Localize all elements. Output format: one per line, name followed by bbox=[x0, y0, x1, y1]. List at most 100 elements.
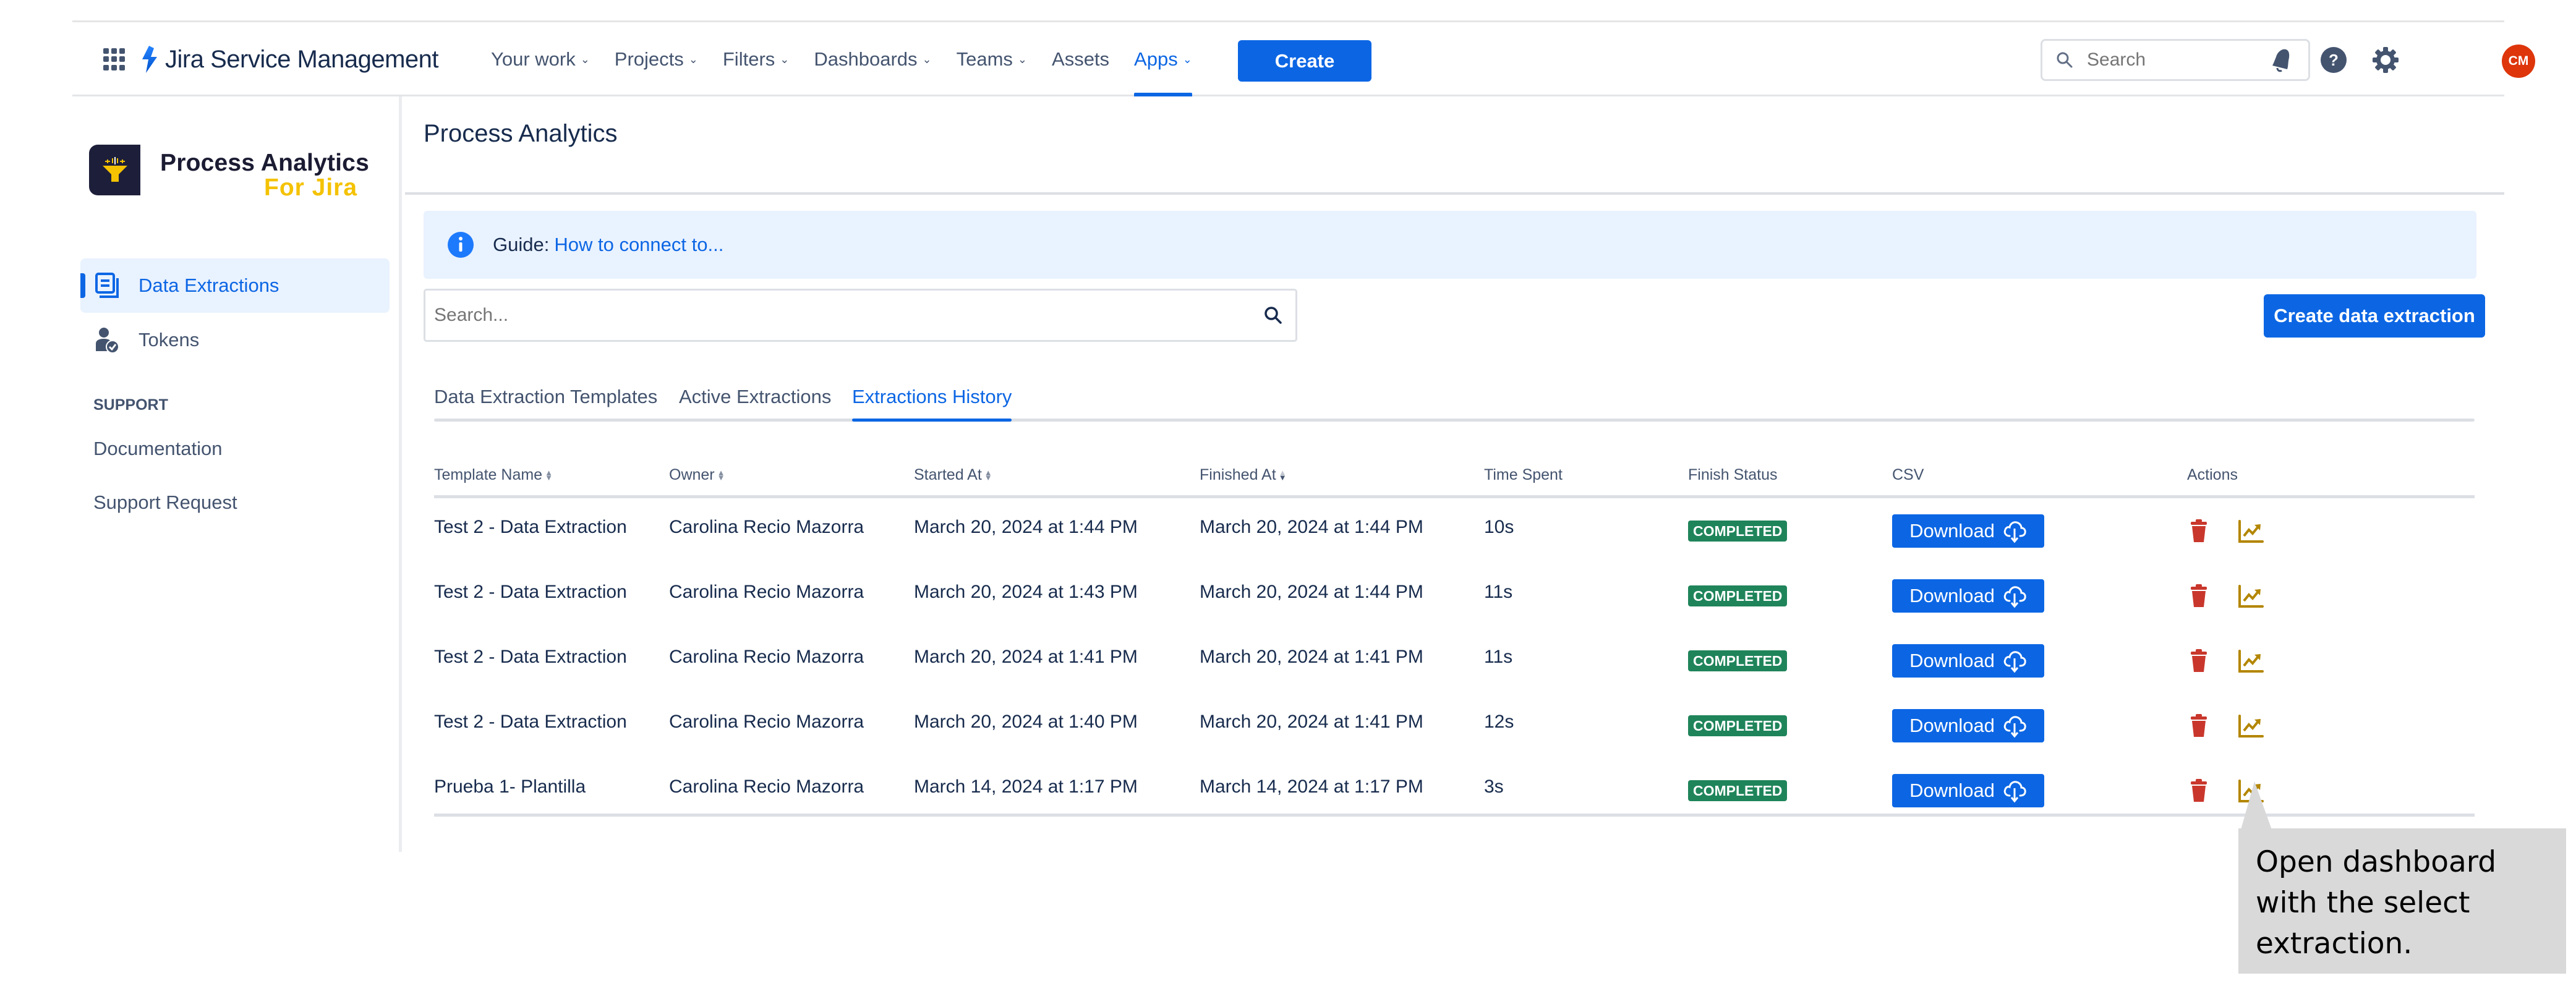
settings-icon[interactable] bbox=[2371, 46, 2400, 74]
download-label: Download bbox=[1909, 715, 1995, 736]
column-owner[interactable]: Owner ▲ ▼ bbox=[669, 466, 725, 484]
search-icon bbox=[2057, 52, 2073, 68]
product-logo[interactable]: Jira Service Management bbox=[140, 41, 439, 78]
nav-label: Apps bbox=[1134, 48, 1178, 70]
main-nav: Your work ⌄ Projects ⌄ Filters ⌄ Dashboards… bbox=[491, 22, 1217, 96]
page-title: Process Analytics bbox=[424, 120, 618, 147]
download-csv-button[interactable]: Download bbox=[1892, 774, 2044, 807]
chevron-down-icon: ⌄ bbox=[780, 53, 790, 66]
table-row: Test 2 - Data Extraction Carolina Recio M… bbox=[434, 628, 2475, 693]
chevron-down-icon: ⌄ bbox=[922, 53, 932, 66]
create-data-extraction-button[interactable]: Create data extraction bbox=[2264, 294, 2485, 338]
nav-apps[interactable]: Apps ⌄ bbox=[1134, 22, 1192, 96]
delete-trash-icon[interactable] bbox=[2190, 713, 2208, 738]
column-label: Started At bbox=[914, 466, 982, 483]
download-csv-button[interactable]: Download bbox=[1892, 709, 2044, 742]
delete-trash-icon[interactable] bbox=[2190, 778, 2208, 803]
nav-teams[interactable]: Teams ⌄ bbox=[957, 22, 1027, 96]
template-name-cell: Test 2 - Data Extraction bbox=[434, 712, 627, 732]
sort-icon[interactable]: ▲ ▼ bbox=[984, 469, 992, 482]
notifications-icon[interactable] bbox=[2267, 46, 2296, 74]
user-avatar[interactable]: CM bbox=[2502, 45, 2535, 78]
sidebar-item-label: Tokens bbox=[139, 329, 200, 351]
sidebar-item-label: Data Extractions bbox=[139, 274, 279, 296]
template-name-cell: Test 2 - Data Extraction bbox=[434, 517, 627, 537]
nav-projects[interactable]: Projects ⌄ bbox=[615, 22, 698, 96]
tab-active-extractions[interactable]: Active Extractions bbox=[679, 386, 831, 422]
column-label: Template Name bbox=[434, 466, 543, 483]
download-label: Download bbox=[1909, 780, 1995, 801]
owner-cell: Carolina Recio Mazorra bbox=[669, 712, 864, 732]
global-search-input[interactable] bbox=[2087, 49, 2297, 70]
time-spent-cell: 10s bbox=[1484, 517, 1514, 537]
tab-data-extraction-templates[interactable]: Data Extraction Templates bbox=[434, 386, 657, 422]
time-spent-cell: 3s bbox=[1484, 776, 1504, 797]
svg-text:?: ? bbox=[2329, 51, 2339, 69]
documentation-link[interactable]: Documentation bbox=[93, 438, 223, 460]
nav-your-work[interactable]: Your work ⌄ bbox=[491, 22, 590, 96]
download-label: Download bbox=[1909, 650, 1995, 671]
column-time-spent: Time Spent bbox=[1484, 466, 1563, 484]
column-csv: CSV bbox=[1892, 466, 1924, 484]
column-label: Actions bbox=[2187, 466, 2238, 483]
column-finish-status: Finish Status bbox=[1688, 466, 1778, 484]
nav-filters[interactable]: Filters ⌄ bbox=[723, 22, 789, 96]
time-spent-cell: 12s bbox=[1484, 712, 1514, 732]
nav-label: Dashboards bbox=[814, 48, 918, 70]
column-label: CSV bbox=[1892, 466, 1924, 483]
owner-cell: Carolina Recio Mazorra bbox=[669, 582, 864, 602]
table-header: Template Name ▲ ▼ Owner ▲ ▼ Started At ▲ ▼ Fin… bbox=[434, 461, 2475, 498]
column-finished-at[interactable]: Finished At ▲ ▼ bbox=[1200, 466, 1287, 484]
started-at-cell: March 20, 2024 at 1:44 PM bbox=[914, 517, 1138, 537]
open-dashboard-chart-icon[interactable] bbox=[2238, 519, 2264, 543]
download-csv-button[interactable]: Download bbox=[1892, 644, 2044, 678]
help-icon[interactable]: ? bbox=[2319, 46, 2348, 74]
extraction-search[interactable] bbox=[424, 289, 1297, 342]
download-csv-button[interactable]: Download bbox=[1892, 579, 2044, 613]
open-dashboard-chart-icon[interactable] bbox=[2238, 648, 2264, 673]
support-heading: SUPPORT bbox=[93, 396, 168, 414]
nav-label: Filters bbox=[722, 48, 775, 70]
delete-trash-icon[interactable] bbox=[2190, 519, 2208, 543]
started-at-cell: March 14, 2024 at 1:17 PM bbox=[914, 776, 1138, 797]
support-request-link[interactable]: Support Request bbox=[93, 491, 237, 514]
nav-assets[interactable]: Assets bbox=[1052, 22, 1109, 96]
sort-icon[interactable]: ▲ ▼ bbox=[717, 469, 725, 482]
column-actions: Actions bbox=[2187, 466, 2238, 484]
search-icon[interactable] bbox=[1263, 305, 1283, 325]
owner-cell: Carolina Recio Mazorra bbox=[669, 776, 864, 797]
column-label: Time Spent bbox=[1484, 466, 1563, 483]
sidebar-item-tokens[interactable]: Tokens bbox=[80, 313, 390, 367]
sort-icon[interactable]: ▲ ▼ bbox=[545, 469, 553, 482]
status-badge: COMPLETED bbox=[1688, 650, 1788, 671]
guide-link[interactable]: How to connect to... bbox=[554, 234, 723, 256]
delete-trash-icon[interactable] bbox=[2190, 648, 2208, 673]
nav-label: Your work bbox=[491, 48, 576, 70]
main-content: Process Analytics Guide: How to connect … bbox=[405, 96, 2504, 852]
cloud-download-icon bbox=[2003, 781, 2026, 803]
sort-icon[interactable]: ▲ ▼ bbox=[1279, 469, 1287, 482]
tooltip-callout: Open dashboard with the select extractio… bbox=[2238, 828, 2566, 974]
started-at-cell: March 20, 2024 at 1:41 PM bbox=[914, 647, 1138, 667]
user-check-icon bbox=[96, 328, 119, 354]
table-row: Test 2 - Data Extraction Carolina Recio M… bbox=[434, 693, 2475, 758]
status-badge: COMPLETED bbox=[1688, 715, 1788, 736]
chevron-down-icon: ⌄ bbox=[688, 53, 698, 66]
create-button[interactable]: Create bbox=[1238, 40, 1371, 82]
column-started-at[interactable]: Started At ▲ ▼ bbox=[914, 466, 992, 484]
download-csv-button[interactable]: Download bbox=[1892, 514, 2044, 548]
column-template-name[interactable]: Template Name ▲ ▼ bbox=[434, 466, 553, 484]
table-row: Test 2 - Data Extraction Carolina Recio M… bbox=[434, 498, 2475, 563]
delete-trash-icon[interactable] bbox=[2190, 584, 2208, 608]
extraction-search-input[interactable] bbox=[434, 305, 1263, 326]
open-dashboard-chart-icon[interactable] bbox=[2238, 584, 2264, 608]
app-switcher-grid-icon[interactable] bbox=[103, 48, 126, 70]
nav-label: Teams bbox=[956, 48, 1013, 70]
nav-dashboards[interactable]: Dashboards ⌄ bbox=[814, 22, 931, 96]
finished-at-cell: March 20, 2024 at 1:44 PM bbox=[1200, 517, 1423, 537]
tab-extractions-history[interactable]: Extractions History bbox=[852, 386, 1012, 422]
template-name-cell: Prueba 1- Plantilla bbox=[434, 776, 586, 797]
time-spent-cell: 11s bbox=[1484, 647, 1513, 667]
open-dashboard-chart-icon[interactable] bbox=[2238, 713, 2264, 738]
sidebar-item-data-extractions[interactable]: Data Extractions bbox=[80, 258, 390, 313]
